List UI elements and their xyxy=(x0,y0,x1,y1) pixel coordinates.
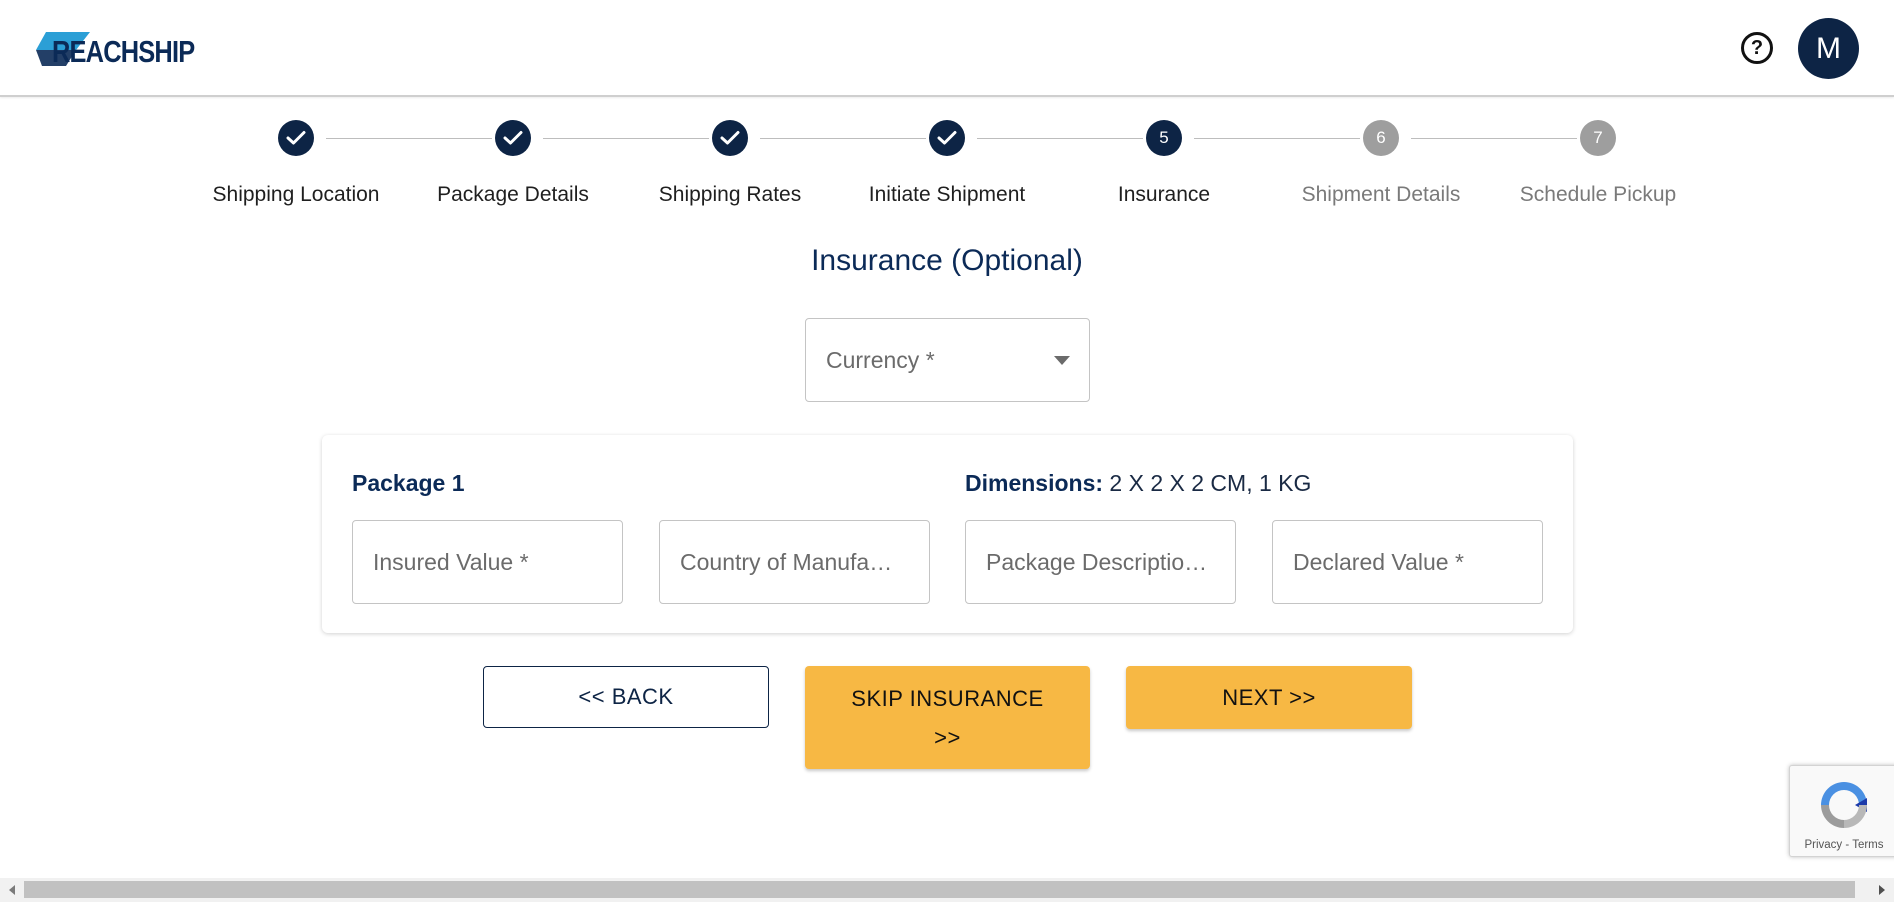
step-4-check-icon xyxy=(929,120,965,156)
skip-insurance-button[interactable]: SKIP INSURANCE >> xyxy=(805,666,1090,769)
step-connector xyxy=(1411,138,1577,139)
step-label-shipment-details: Shipment Details xyxy=(1301,183,1461,206)
scroll-right-icon[interactable] xyxy=(1879,885,1885,895)
step-connector xyxy=(543,138,709,139)
step-connector xyxy=(977,138,1143,139)
step-label-shipping-location: Shipping Location xyxy=(212,183,380,206)
currency-label: Currency * xyxy=(826,347,935,373)
step-7-number: 7 xyxy=(1580,120,1616,156)
step-6-number: 6 xyxy=(1363,120,1399,156)
recaptcha-icon xyxy=(1821,782,1867,828)
package-description-input[interactable]: Package Descriptio… xyxy=(965,520,1236,604)
dimensions-value: 2 X 2 X 2 CM, 1 KG xyxy=(1109,470,1312,496)
step-2-check-icon xyxy=(495,120,531,156)
step-label-initiate-shipment: Initiate Shipment xyxy=(868,183,1026,206)
currency-select[interactable]: Currency * xyxy=(805,318,1090,402)
package-dimensions: Dimensions: 2 X 2 X 2 CM, 1 KG xyxy=(965,470,1311,497)
step-connector xyxy=(760,138,926,139)
dropdown-caret-icon xyxy=(1054,356,1070,365)
country-of-manufacture-placeholder: Country of Manufa… xyxy=(680,548,893,575)
step-3-check-icon xyxy=(712,120,748,156)
insured-value-placeholder: Insured Value * xyxy=(373,548,529,575)
country-of-manufacture-input[interactable]: Country of Manufa… xyxy=(659,520,930,604)
step-1-check-icon xyxy=(278,120,314,156)
step-label-shipping-rates: Shipping Rates xyxy=(658,183,802,206)
declared-value-input[interactable]: Declared Value * xyxy=(1272,520,1543,604)
recaptcha-links[interactable]: Privacy - Terms xyxy=(1790,839,1894,851)
page-title: Insurance (Optional) xyxy=(811,244,1083,277)
step-5-number: 5 xyxy=(1146,120,1182,156)
recaptcha-badge[interactable]: Privacy - Terms xyxy=(1789,765,1894,857)
step-label-schedule-pickup: Schedule Pickup xyxy=(1519,183,1677,206)
next-button[interactable]: NEXT >> xyxy=(1126,666,1412,729)
dimensions-label: Dimensions: xyxy=(965,470,1104,496)
back-button[interactable]: << BACK xyxy=(483,666,769,728)
step-label-package-details: Package Details xyxy=(437,183,589,206)
step-connector xyxy=(326,138,492,139)
package-title: Package 1 xyxy=(352,470,465,496)
step-connector xyxy=(1194,138,1360,139)
step-label-insurance: Insurance xyxy=(1117,183,1211,206)
horizontal-scrollbar[interactable] xyxy=(0,878,1894,902)
scrollbar-thumb[interactable] xyxy=(24,881,1855,898)
insured-value-input[interactable]: Insured Value * xyxy=(352,520,623,604)
progress-stepper: 5 6 7 Shipping Location Package Details … xyxy=(0,0,1894,220)
scroll-left-icon[interactable] xyxy=(9,885,15,895)
declared-value-placeholder: Declared Value * xyxy=(1293,548,1464,575)
package-card: Package 1 Dimensions: 2 X 2 X 2 CM, 1 KG… xyxy=(322,435,1573,633)
package-description-placeholder: Package Descriptio… xyxy=(986,548,1208,575)
